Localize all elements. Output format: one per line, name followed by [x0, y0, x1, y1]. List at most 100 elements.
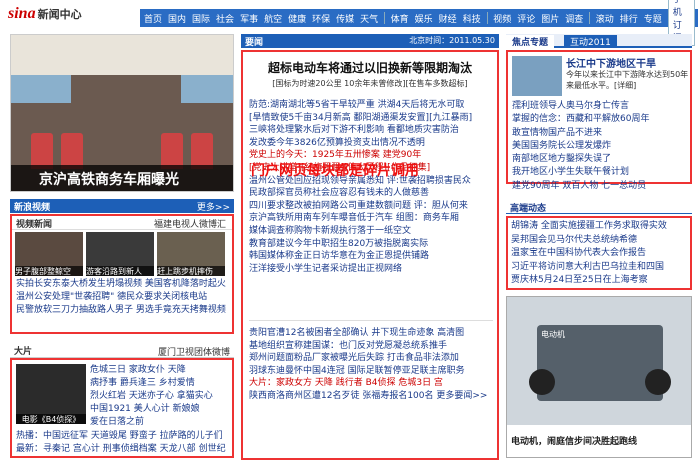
hero-image[interactable]: 京沪高铁商务车厢曝光: [10, 34, 234, 192]
focus-title[interactable]: 长江中下游地区干旱: [566, 55, 656, 70]
tab-interact[interactable]: 互动2011: [564, 35, 617, 48]
subheadline[interactable]: [国标为时速20公里 10余年未曾修改][在售车多数超标]: [243, 78, 497, 89]
video-thumb[interactable]: 赶上跳步机摔伤: [157, 232, 225, 276]
news-link[interactable]: 陕西商洛商州区遭12名歹徒 张福寿报名100名 更多要闻>>: [249, 391, 487, 401]
nav-ent[interactable]: 娱乐: [415, 12, 433, 25]
video-link[interactable]: 美国客机降落时起火: [145, 279, 226, 289]
video-link[interactable]: 实拍长安东泰大桥发生坍塌视频: [16, 279, 142, 289]
series-link[interactable]: 热播：中国远征军: [16, 431, 88, 441]
video-link[interactable]: 民警放软三刀力抽敌路人男子: [16, 305, 133, 315]
video-link[interactable]: 男选手竟充天拷舞视频: [136, 305, 226, 315]
focus-link[interactable]: 掌握的信念：西藏和平解放60周年: [512, 114, 649, 124]
series-link[interactable]: 最新：寻秦记: [16, 444, 70, 454]
dapian-weibo-link[interactable]: 厦门卫视团体微博: [158, 345, 230, 358]
leader-link[interactable]: 习近平将访问意大利古巴乌拉圭和四国: [511, 262, 664, 272]
news-link[interactable]: 汪洋接受小学生记者采访提出正视网络: [249, 264, 402, 274]
news-link[interactable]: 韩国媒体称金正日访华意在为金正恩提供铺路: [249, 251, 429, 261]
video-thumb[interactable]: 游客沿路到新人: [86, 232, 154, 276]
news-link[interactable]: 四川要求整改被拍网路公司重建数额问题 评：胆从何来: [249, 201, 468, 211]
news-link[interactable]: 党史上的今天：1925年五卅惨案 建党90年: [249, 150, 421, 160]
movie-link[interactable]: 天迷亦子心: [129, 391, 174, 401]
nav-sports[interactable]: 体育: [391, 12, 409, 25]
nav-tech[interactable]: 科技: [463, 12, 481, 25]
video-more-link[interactable]: 更多>>: [197, 200, 230, 213]
nav-comment[interactable]: 评论: [517, 12, 535, 25]
series-link[interactable]: 天龙八部: [160, 444, 196, 454]
nav-survey[interactable]: 调查: [565, 12, 583, 25]
nav-weather[interactable]: 天气: [360, 12, 378, 25]
leader-link[interactable]: 胡锦涛 全面实施援疆工作务求取得实效: [511, 221, 667, 231]
nav-rank[interactable]: 排行: [620, 12, 638, 25]
series-link[interactable]: 刑事侦缉档案: [103, 444, 157, 454]
movie-link[interactable]: 爱在日落之前: [90, 417, 144, 427]
news-link[interactable]: [旱情致使5千亩34月新高 鄱阳湖通渠发安置][九江暴雨]: [249, 113, 472, 123]
news-link[interactable]: 防范:湖南湖北等5省干旱较严重 洪湖4天后将无水可取: [249, 100, 464, 110]
focus-link[interactable]: 南部地区地方鑿探失误了: [512, 154, 611, 164]
focus-link[interactable]: 建党90周年 双百人物 七一总动员: [512, 181, 646, 191]
nav-intl[interactable]: 国际: [192, 12, 210, 25]
news-link[interactable]: 京沪高铁所用南车列车曝音低于汽车 组图：商务车厢: [249, 213, 459, 223]
tab-focus[interactable]: 焦点专题: [506, 35, 555, 48]
headline[interactable]: 超标电动车将通过以旧换新等限期淘汰: [243, 59, 497, 76]
nav-military[interactable]: 军事: [240, 12, 258, 25]
nav-video[interactable]: 视频: [493, 12, 511, 25]
nav-finance[interactable]: 财经: [439, 12, 457, 25]
overlay-annotation: 门户网页每块都是碎片调用: [251, 163, 419, 179]
news-link[interactable]: 三峡将处理繁水后对下游不利影响 看鄱地质灾害防治: [249, 125, 459, 135]
movie-link[interactable]: 天降: [168, 365, 186, 375]
nav-health[interactable]: 健康: [288, 12, 306, 25]
nav-photo[interactable]: 图片: [541, 12, 559, 25]
movie-link[interactable]: 乡村爱情: [159, 378, 195, 388]
leader-link[interactable]: 吴邦国会见马尔代夫总统纳希德: [511, 235, 637, 245]
nav-topics[interactable]: 专题: [644, 12, 662, 25]
news-link[interactable]: 发改委今年3826亿预算投资支出情况不透明: [249, 138, 425, 148]
movie-link[interactable]: 中国1921: [90, 404, 131, 414]
movie-link[interactable]: 爵兵逢三: [120, 378, 156, 388]
series-link[interactable]: 拉萨路的儿子们: [160, 431, 223, 441]
movie-link[interactable]: 家政女仆: [129, 365, 165, 375]
leader-link[interactable]: 贾庆林5月24日至25日在上海考察: [511, 275, 648, 285]
hero-caption[interactable]: 京沪高铁商务车厢曝光: [11, 165, 233, 191]
focus-link[interactable]: 敢宣情物国产品不进来: [512, 128, 602, 138]
news-link[interactable]: 基地组织宣称建国谋：也门反对党愿凝总统系推手: [249, 341, 447, 351]
nav-society[interactable]: 社会: [216, 12, 234, 25]
nav-home[interactable]: 首页: [144, 12, 162, 25]
nav-media[interactable]: 传媒: [336, 12, 354, 25]
series-link[interactable]: 创世纪: [199, 444, 226, 454]
news-link[interactable]: 羽球东迪曼怀中国4连冠 国际足联暂停亚足联主席职务: [249, 366, 465, 376]
news-link[interactable]: 贵阳官漕12名被困者全部确认 井下现生命迹象 高清图: [249, 328, 464, 338]
news-link[interactable]: 大片：家政女方 天降 践行者 B4侦探 危城3日 宫: [249, 378, 443, 388]
focus-link[interactable]: 美国国务院长公理发爆炸: [512, 141, 611, 151]
video-link[interactable]: 温州公安处理"世袭招聘": [16, 292, 114, 302]
video-link[interactable]: 德民众要求关闭核电站: [117, 292, 207, 302]
movie-link[interactable]: 烈火红岩: [90, 391, 126, 401]
movie-link[interactable]: 危城三日: [90, 365, 126, 375]
video-weibo-link[interactable]: 福建电视人微博汇: [154, 217, 226, 230]
focus-link[interactable]: 孺利班领导人奥马尔身亡传言: [512, 101, 629, 111]
movie-link[interactable]: 新娘娘: [173, 404, 200, 414]
nav-aviation[interactable]: 航空: [264, 12, 282, 25]
logo-text: sina: [8, 5, 36, 22]
nav-roll[interactable]: 滚动: [596, 12, 614, 25]
movie-link[interactable]: 病抒事: [90, 378, 117, 388]
movie-poster[interactable]: 电影《B4侦探》: [16, 364, 86, 424]
focus-link[interactable]: 我开地区小学生失联午餐计划: [512, 167, 629, 177]
nav-domestic[interactable]: 国内: [168, 12, 186, 25]
series-link[interactable]: 宫心计: [73, 444, 100, 454]
news-link[interactable]: 媒体调查称购物卡新规执行落于一纸空文: [249, 226, 411, 236]
leader-link[interactable]: 温家宝在中国科协代表大会作报告: [511, 248, 646, 258]
news-link[interactable]: 教育部建议今年中职招生820万被指脱离实际: [249, 239, 428, 249]
drought-photo[interactable]: [512, 56, 562, 96]
news-list: 防范:湖南湖北等5省干旱较严重 洪湖4天后将无水可取 [旱情致使5千亩34月新高…: [243, 99, 497, 275]
series-link[interactable]: 野蛮子: [130, 431, 157, 441]
movie-link[interactable]: 拿猫实心: [177, 391, 213, 401]
news-link[interactable]: 郑州问题面粉品厂家被曝光后失踪 打击食品非法添加: [249, 353, 459, 363]
video-news-tab[interactable]: 视频新闻: [16, 220, 52, 230]
motor-ad[interactable]: 电动机 电动机，闹庭信步间决胜起跑线: [506, 296, 692, 458]
sina-logo[interactable]: sina 新闻中心: [8, 5, 82, 23]
series-link[interactable]: 天道毁尾: [91, 431, 127, 441]
video-thumb[interactable]: 男子腹部整鲸空: [15, 232, 83, 276]
nav-env[interactable]: 环保: [312, 12, 330, 25]
movie-link[interactable]: 美人心计: [134, 404, 170, 414]
news-link[interactable]: 民政部探官员称社会应容忍有钱未的人做慈善: [249, 188, 429, 198]
